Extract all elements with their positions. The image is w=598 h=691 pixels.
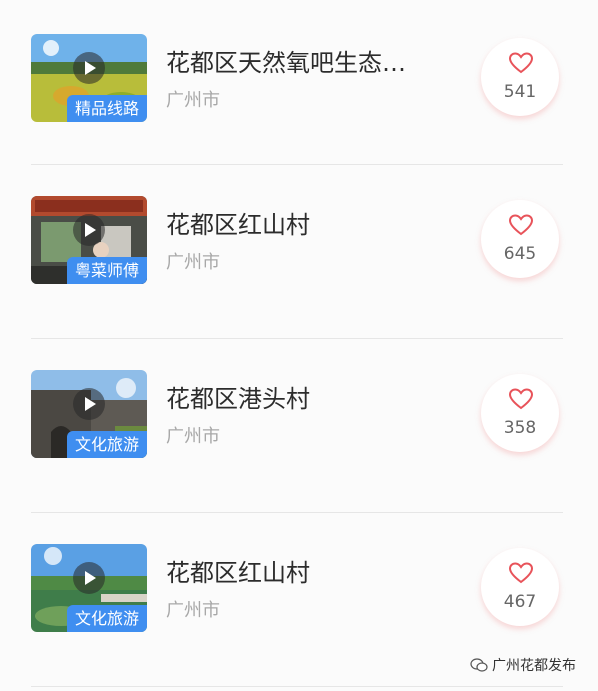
heart-icon <box>509 388 533 410</box>
watermark: 广州花都发布 <box>470 655 576 675</box>
like-count: 541 <box>503 82 537 102</box>
item-title[interactable]: 花都区红山村 <box>166 205 451 240</box>
video-thumbnail[interactable]: 粤菜师傅 <box>31 196 147 284</box>
like-count: 358 <box>503 418 537 438</box>
like-button[interactable]: 541 <box>481 38 559 116</box>
play-icon[interactable] <box>73 214 105 246</box>
item-city: 广州市 <box>166 600 220 621</box>
item-title[interactable]: 花都区红山村 <box>166 553 451 588</box>
category-tag: 精品线路 <box>66 95 147 122</box>
heart-icon <box>509 214 533 236</box>
item-title[interactable]: 花都区天然氧吧生态… <box>166 43 451 78</box>
list-item[interactable]: 粤菜师傅 花都区红山村 广州市 645 <box>31 196 563 316</box>
like-button[interactable]: 645 <box>481 200 559 278</box>
play-icon[interactable] <box>73 388 105 420</box>
item-city: 广州市 <box>166 90 220 111</box>
video-thumbnail[interactable]: 文化旅游 <box>31 370 147 458</box>
heart-icon <box>509 52 533 74</box>
like-count: 467 <box>503 592 537 612</box>
divider <box>31 338 563 339</box>
category-tag: 文化旅游 <box>66 605 147 632</box>
category-tag: 文化旅游 <box>66 431 147 458</box>
play-icon[interactable] <box>73 52 105 84</box>
like-button[interactable]: 358 <box>481 374 559 452</box>
play-icon[interactable] <box>73 562 105 594</box>
item-title[interactable]: 花都区港头村 <box>166 379 451 414</box>
item-city: 广州市 <box>166 252 220 273</box>
watermark-text: 广州花都发布 <box>492 658 576 674</box>
like-count: 645 <box>503 244 537 264</box>
list-item[interactable]: 文化旅游 花都区红山村 广州市 467 <box>31 544 563 664</box>
divider <box>31 164 563 165</box>
divider <box>31 686 563 687</box>
list-item[interactable]: 精品线路 花都区天然氧吧生态… 广州市 541 <box>31 34 563 154</box>
wechat-icon <box>470 658 488 672</box>
like-button[interactable]: 467 <box>481 548 559 626</box>
video-thumbnail[interactable]: 精品线路 <box>31 34 147 122</box>
category-tag: 粤菜师傅 <box>66 257 147 284</box>
item-city: 广州市 <box>166 426 220 447</box>
video-thumbnail[interactable]: 文化旅游 <box>31 544 147 632</box>
divider <box>31 512 563 513</box>
heart-icon <box>509 562 533 584</box>
list-item[interactable]: 文化旅游 花都区港头村 广州市 358 <box>31 370 563 490</box>
